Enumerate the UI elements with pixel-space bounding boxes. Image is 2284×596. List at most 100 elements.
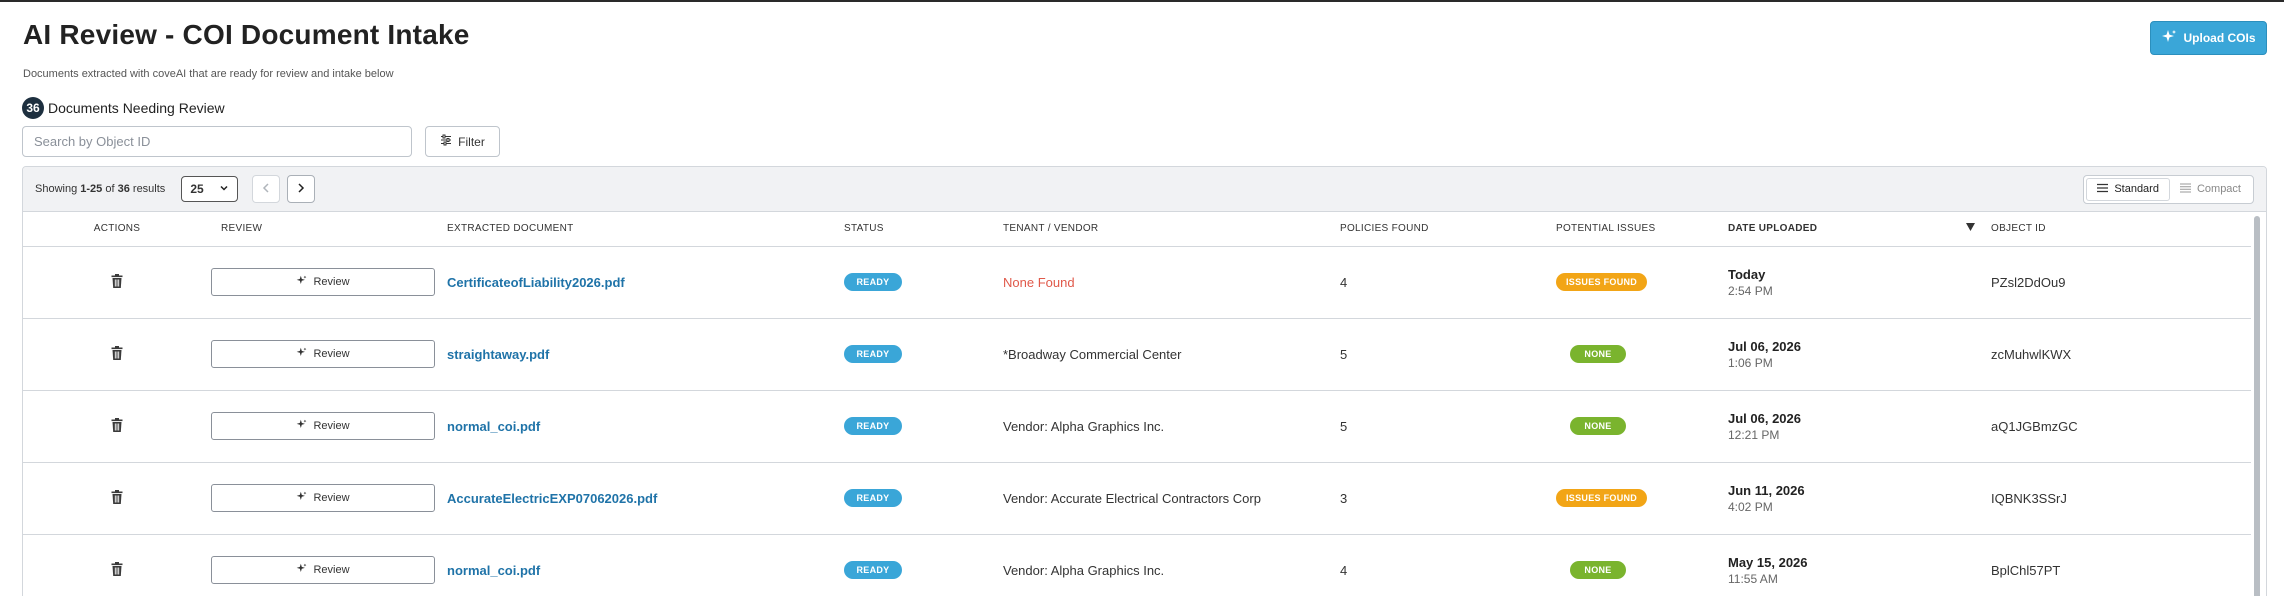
review-label: Review bbox=[313, 276, 350, 288]
actions-cell bbox=[23, 246, 211, 318]
count-badge: 36 bbox=[22, 97, 44, 119]
review-button[interactable]: Review bbox=[211, 412, 435, 440]
review-button[interactable]: Review bbox=[211, 484, 435, 512]
date-uploaded: Jun 11, 2026 bbox=[1728, 482, 1805, 498]
view-compact-label: Compact bbox=[2196, 183, 2241, 195]
object-id-cell: BplChl57PT bbox=[1991, 562, 2061, 578]
previous-page-button[interactable] bbox=[252, 175, 281, 203]
document-cell: AccurateElectricEXP07062026.pdf bbox=[447, 462, 844, 534]
policies-cell: 5 bbox=[1340, 346, 1348, 362]
review-cell: Review bbox=[211, 246, 447, 318]
list-icon bbox=[2097, 183, 2109, 196]
trash-icon[interactable] bbox=[111, 417, 123, 435]
time-uploaded: 4:02 PM bbox=[1728, 499, 1773, 514]
tenant-vendor-cell: Vendor: Alpha Graphics Inc. bbox=[1003, 418, 1165, 434]
column-header-date-uploaded[interactable]: DATE UPLOADED bbox=[1728, 212, 1991, 247]
sliders-icon bbox=[440, 134, 452, 149]
date-cell: Jul 06, 2026 1:06 PM bbox=[1728, 318, 1991, 390]
results-panel: Showing 1-25 of 36 results 25 Standard C… bbox=[22, 166, 2267, 596]
chevron-right-icon bbox=[295, 182, 307, 197]
upload-cois-label: Upload COIs bbox=[2183, 31, 2256, 45]
status-badge: READY bbox=[844, 417, 902, 435]
tenant-vendor-cell: None Found bbox=[1003, 274, 1075, 290]
next-page-button[interactable] bbox=[287, 175, 316, 203]
date-cell: Today 2:54 PM bbox=[1728, 246, 1991, 318]
policies-cell: 4 bbox=[1340, 274, 1348, 290]
trash-icon[interactable] bbox=[111, 273, 123, 291]
tenant-vendor-cell: Vendor: Accurate Electrical Contractors … bbox=[1003, 490, 1261, 506]
trash-icon[interactable] bbox=[111, 561, 123, 579]
status-cell: READY bbox=[844, 534, 1003, 596]
sparkle-icon bbox=[296, 419, 307, 433]
status-cell: READY bbox=[844, 318, 1003, 390]
issues-badge: ISSUES FOUND bbox=[1556, 273, 1648, 291]
review-cell: Review bbox=[211, 390, 447, 462]
object-id-cell: PZsl2DdOu9 bbox=[1991, 274, 2066, 290]
table-row: Review normal_coi.pdf READY Vendor: Alph… bbox=[23, 390, 2251, 462]
compact-list-icon bbox=[2179, 183, 2191, 196]
actions-cell bbox=[23, 318, 211, 390]
review-button[interactable]: Review bbox=[211, 556, 435, 584]
results-summary: Showing 1-25 of 36 results bbox=[35, 183, 166, 195]
column-header-policies: POLICIES FOUND bbox=[1340, 212, 1542, 247]
document-link[interactable]: normal_coi.pdf bbox=[447, 419, 540, 434]
chevron-down-icon bbox=[219, 182, 229, 196]
time-uploaded: 12:21 PM bbox=[1728, 427, 1780, 442]
review-button[interactable]: Review bbox=[211, 268, 435, 296]
scrollbar-thumb[interactable] bbox=[2254, 216, 2260, 596]
issues-cell: ISSUES FOUND bbox=[1542, 246, 1728, 318]
document-link[interactable]: normal_coi.pdf bbox=[447, 563, 540, 578]
policies-cell: 4 bbox=[1340, 562, 1348, 578]
status-cell: READY bbox=[844, 246, 1003, 318]
table-row: Review AccurateElectricEXP07062026.pdf R… bbox=[23, 462, 2251, 534]
time-uploaded: 11:55 AM bbox=[1728, 571, 1778, 586]
page-title: AI Review - COI Document Intake bbox=[23, 19, 470, 50]
column-header-document: EXTRACTED DOCUMENT bbox=[447, 212, 844, 247]
date-cell: Jun 11, 2026 4:02 PM bbox=[1728, 462, 1991, 534]
search-input[interactable] bbox=[22, 126, 412, 157]
column-header-actions: ACTIONS bbox=[23, 212, 211, 247]
page-size-select[interactable]: 25 bbox=[181, 176, 239, 202]
sparkle-icon bbox=[296, 347, 307, 361]
issues-cell: NONE bbox=[1542, 534, 1728, 596]
trash-icon[interactable] bbox=[111, 489, 123, 507]
time-uploaded: 1:06 PM bbox=[1728, 355, 1773, 370]
actions-cell bbox=[23, 462, 211, 534]
issues-badge: ISSUES FOUND bbox=[1556, 489, 1648, 507]
view-compact-button[interactable]: Compact bbox=[2170, 178, 2251, 201]
review-button[interactable]: Review bbox=[211, 340, 435, 368]
table-row: Review CertificateofLiability2026.pdf RE… bbox=[23, 246, 2251, 318]
document-cell: normal_coi.pdf bbox=[447, 390, 844, 462]
actions-cell bbox=[23, 534, 211, 596]
date-uploaded: May 15, 2026 bbox=[1728, 554, 1808, 570]
documents-count: 36 Documents Needing Review bbox=[22, 97, 225, 119]
sort-down-icon[interactable] bbox=[1966, 223, 1975, 234]
review-label: Review bbox=[313, 564, 350, 576]
review-label: Review bbox=[313, 348, 350, 360]
trash-icon[interactable] bbox=[111, 345, 123, 363]
issues-badge: NONE bbox=[1570, 345, 1626, 363]
time-uploaded: 2:54 PM bbox=[1728, 283, 1773, 298]
date-uploaded: Today bbox=[1728, 266, 1766, 282]
review-label: Review bbox=[313, 420, 350, 432]
column-header-review: REVIEW bbox=[211, 212, 447, 247]
chevron-left-icon bbox=[260, 182, 272, 197]
documents-table: ACTIONS REVIEW EXTRACTED DOCUMENT STATUS… bbox=[23, 212, 2251, 596]
actions-cell bbox=[23, 390, 211, 462]
review-label: Review bbox=[313, 492, 350, 504]
review-cell: Review bbox=[211, 462, 447, 534]
page-subtitle: Documents extracted with coveAI that are… bbox=[23, 68, 394, 80]
view-standard-button[interactable]: Standard bbox=[2086, 177, 2170, 201]
status-cell: READY bbox=[844, 390, 1003, 462]
vertical-scrollbar[interactable] bbox=[2254, 216, 2262, 596]
filter-button[interactable]: Filter bbox=[425, 126, 500, 157]
column-header-tenant-vendor: TENANT / VENDOR bbox=[1003, 212, 1340, 247]
document-link[interactable]: AccurateElectricEXP07062026.pdf bbox=[447, 491, 657, 506]
document-cell: CertificateofLiability2026.pdf bbox=[447, 246, 844, 318]
document-link[interactable]: CertificateofLiability2026.pdf bbox=[447, 275, 625, 290]
table-header: ACTIONS REVIEW EXTRACTED DOCUMENT STATUS… bbox=[23, 212, 2251, 247]
review-cell: Review bbox=[211, 534, 447, 596]
upload-cois-button[interactable]: Upload COIs bbox=[2150, 21, 2267, 55]
results-toolbar: Showing 1-25 of 36 results 25 Standard C… bbox=[23, 167, 2266, 212]
document-link[interactable]: straightaway.pdf bbox=[447, 347, 549, 362]
